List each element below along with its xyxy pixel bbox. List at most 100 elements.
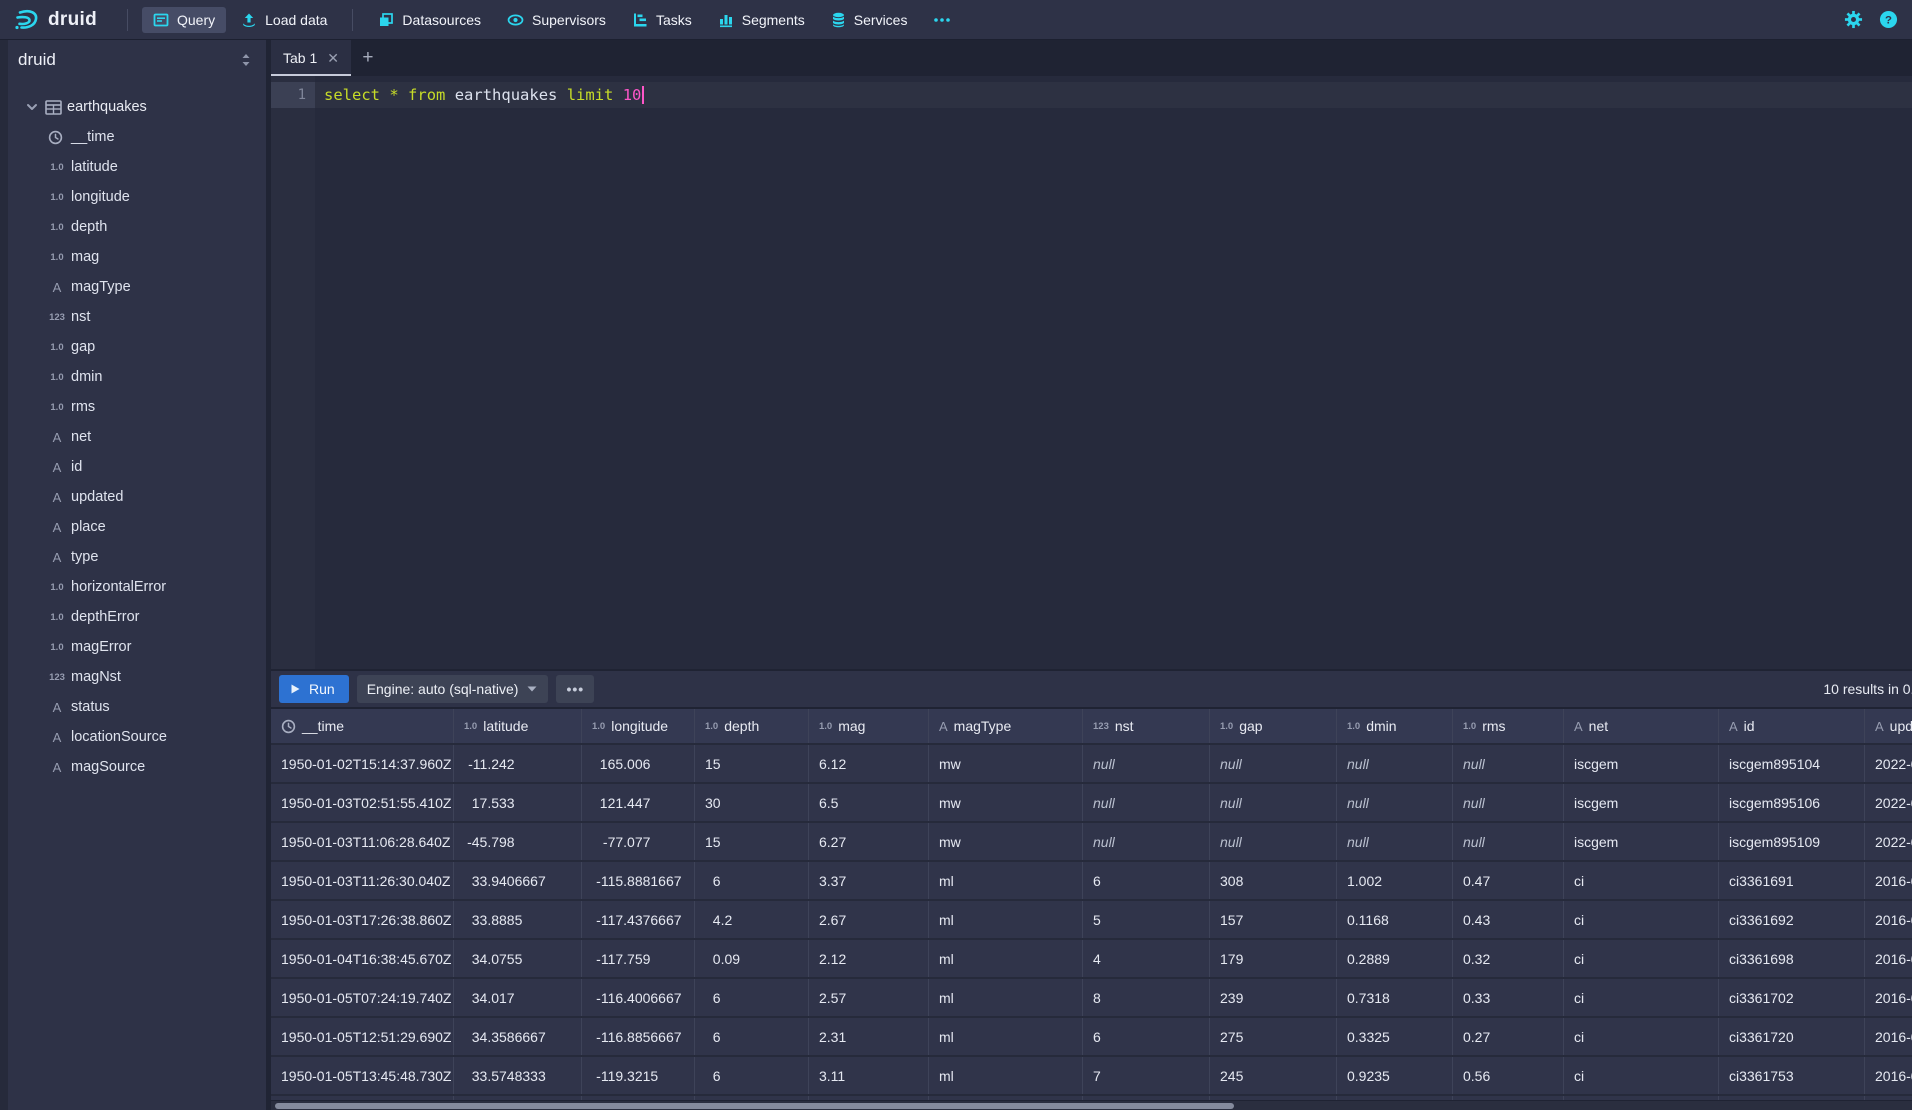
sidebar-column-magType[interactable]: AmagType xyxy=(8,272,266,302)
table-cell[interactable]: 2.67 xyxy=(809,901,929,938)
sidebar-column-longitude[interactable]: 1.0longitude xyxy=(8,182,266,212)
sidebar-column-dmin[interactable]: 1.0dmin xyxy=(8,362,266,392)
table-cell[interactable]: ci xyxy=(1564,940,1719,977)
table-cell[interactable]: 34.0755 xyxy=(454,940,582,977)
horizontal-scrollbar[interactable] xyxy=(271,1100,1912,1110)
table-cell[interactable]: mw xyxy=(929,745,1083,782)
sidebar-column-id[interactable]: Aid xyxy=(8,452,266,482)
nav-item-query[interactable]: Query xyxy=(142,7,226,33)
table-cell[interactable]: -116.4006667 xyxy=(582,979,695,1016)
table-cell[interactable]: ci xyxy=(1564,862,1719,899)
table-cell[interactable]: null xyxy=(1337,823,1453,860)
table-cell[interactable]: ci3361692 xyxy=(1719,901,1865,938)
column-header-nst[interactable]: 123nst xyxy=(1083,709,1210,743)
table-cell[interactable]: 1.002 xyxy=(1337,862,1453,899)
table-cell[interactable]: 2022-0 xyxy=(1865,745,1912,782)
table-cell[interactable]: 1950-01-02T15:14:37.960Z xyxy=(271,745,454,782)
table-cell[interactable]: 2022-0 xyxy=(1865,823,1912,860)
table-cell[interactable]: 6 xyxy=(1083,862,1210,899)
column-header-gap[interactable]: 1.0gap xyxy=(1210,709,1337,743)
table-cell[interactable]: 0.33 xyxy=(1453,979,1564,1016)
table-cell[interactable]: 1950-01-05T12:51:29.690Z xyxy=(271,1018,454,1055)
table-cell[interactable]: 8 xyxy=(1083,979,1210,1016)
table-cell[interactable]: 121.447 xyxy=(582,784,695,821)
table-cell[interactable]: 157 xyxy=(1210,901,1337,938)
nav-item-load-data[interactable]: Load data xyxy=(230,7,338,33)
sidebar-column-rms[interactable]: 1.0rms xyxy=(8,392,266,422)
table-cell[interactable]: 2016-0 xyxy=(1865,1018,1912,1055)
sidebar-column-depth[interactable]: 1.0depth xyxy=(8,212,266,242)
table-cell[interactable]: 3.11 xyxy=(809,1057,929,1094)
table-cell[interactable]: 6 xyxy=(695,862,809,899)
table-cell[interactable]: 1950-01-03T17:26:38.860Z xyxy=(271,901,454,938)
table-cell[interactable]: -115.8881667 xyxy=(582,862,695,899)
nav-item-services[interactable]: Services xyxy=(820,7,919,33)
table-cell[interactable]: iscgem895109 xyxy=(1719,823,1865,860)
column-header-depth[interactable]: 1.0depth xyxy=(695,709,809,743)
table-cell[interactable]: 6 xyxy=(695,979,809,1016)
table-cell[interactable]: 245 xyxy=(1210,1057,1337,1094)
table-cell[interactable]: -77.077 xyxy=(582,823,695,860)
table-cell[interactable]: 6 xyxy=(1083,1018,1210,1055)
druid-logo[interactable]: druid xyxy=(14,7,113,33)
tab-1[interactable]: Tab 1 ✕ xyxy=(271,40,351,76)
sidebar-item-earthquakes[interactable]: earthquakes xyxy=(8,92,266,122)
table-cell[interactable]: 0.56 xyxy=(1453,1057,1564,1094)
column-header-magType[interactable]: AmagType xyxy=(929,709,1083,743)
column-header-latitude[interactable]: 1.0latitude xyxy=(454,709,582,743)
table-cell[interactable]: null xyxy=(1453,784,1564,821)
table-cell[interactable]: 0.9235 xyxy=(1337,1057,1453,1094)
sidebar-column-gap[interactable]: 1.0gap xyxy=(8,332,266,362)
sidebar-column-place[interactable]: Aplace xyxy=(8,512,266,542)
table-cell[interactable]: 308 xyxy=(1210,862,1337,899)
table-cell[interactable]: 3.37 xyxy=(809,862,929,899)
table-cell[interactable]: ci xyxy=(1564,901,1719,938)
nav-item-datasources[interactable]: Datasources xyxy=(367,7,492,33)
table-cell[interactable]: ml xyxy=(929,1057,1083,1094)
table-cell[interactable]: 1950-01-04T16:38:45.670Z xyxy=(271,940,454,977)
column-header-rms[interactable]: 1.0rms xyxy=(1453,709,1564,743)
code-area[interactable]: select * from earthquakes limit 10 xyxy=(315,76,1912,669)
table-cell[interactable]: ci xyxy=(1564,1018,1719,1055)
table-cell[interactable]: 30 xyxy=(695,784,809,821)
table-cell[interactable]: 2016-0 xyxy=(1865,1057,1912,1094)
table-cell[interactable]: 6.5 xyxy=(809,784,929,821)
table-cell[interactable]: null xyxy=(1083,745,1210,782)
table-cell[interactable]: 2.12 xyxy=(809,940,929,977)
table-cell[interactable]: 2.31 xyxy=(809,1018,929,1055)
double-caret-sort-icon[interactable] xyxy=(240,53,252,67)
table-cell[interactable]: 2016-0 xyxy=(1865,862,1912,899)
table-cell[interactable]: 1950-01-05T13:45:48.730Z xyxy=(271,1057,454,1094)
sql-editor[interactable]: 1 select * from earthquakes limit 10 xyxy=(271,76,1912,669)
table-cell[interactable]: 2022-0 xyxy=(1865,784,1912,821)
table-cell[interactable]: 1950-01-03T11:26:30.040Z xyxy=(271,862,454,899)
table-cell[interactable]: 0.3325 xyxy=(1337,1018,1453,1055)
sidebar-column-type[interactable]: Atype xyxy=(8,542,266,572)
table-cell[interactable]: 15 xyxy=(695,823,809,860)
table-cell[interactable]: 7 xyxy=(1083,1057,1210,1094)
table-cell[interactable]: 165.006 xyxy=(582,745,695,782)
sidebar-column-__time[interactable]: __time xyxy=(8,122,266,152)
table-cell[interactable]: 0.1168 xyxy=(1337,901,1453,938)
table-cell[interactable]: ci3361698 xyxy=(1719,940,1865,977)
engine-select-button[interactable]: Engine: auto (sql-native) xyxy=(357,675,549,703)
table-cell[interactable]: 239 xyxy=(1210,979,1337,1016)
table-cell[interactable]: ci3361753 xyxy=(1719,1057,1865,1094)
table-cell[interactable]: 1950-01-03T11:06:28.640Z xyxy=(271,823,454,860)
table-cell[interactable]: 6.27 xyxy=(809,823,929,860)
query-more-button[interactable]: ••• xyxy=(556,675,594,703)
table-cell[interactable]: -11.242 xyxy=(454,745,582,782)
sidebar-column-status[interactable]: Astatus xyxy=(8,692,266,722)
table-cell[interactable]: 33.8885 xyxy=(454,901,582,938)
sidebar-column-magSource[interactable]: AmagSource xyxy=(8,752,266,782)
nav-item-tasks[interactable]: Tasks xyxy=(621,7,703,33)
table-cell[interactable]: ml xyxy=(929,862,1083,899)
table-cell[interactable]: null xyxy=(1453,823,1564,860)
table-cell[interactable]: 6.12 xyxy=(809,745,929,782)
sidebar-column-mag[interactable]: 1.0mag xyxy=(8,242,266,272)
sidebar-column-depthError[interactable]: 1.0depthError xyxy=(8,602,266,632)
table-cell[interactable]: null xyxy=(1083,784,1210,821)
sidebar-scroll-track[interactable] xyxy=(0,40,8,1110)
table-cell[interactable]: null xyxy=(1210,784,1337,821)
table-cell[interactable]: 33.5748333 xyxy=(454,1057,582,1094)
